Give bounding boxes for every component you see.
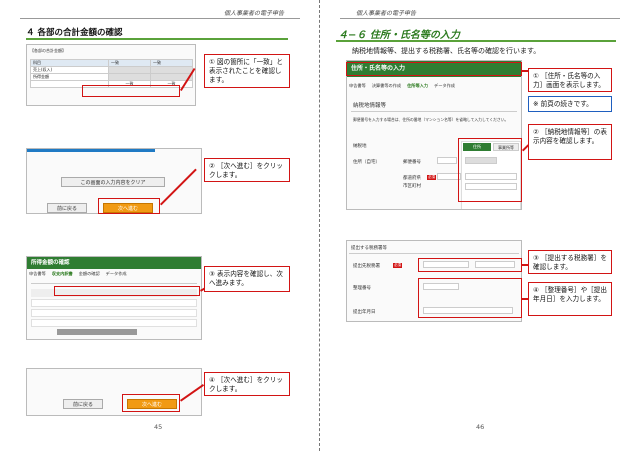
section-underline bbox=[336, 40, 616, 42]
callout-r4: ④ ［整理番号］や［提出年月日］を入力します。 bbox=[528, 282, 612, 316]
note-text: 郵便番号を入力する場合は、住所の番地（マンション名等）を省略して入力してください… bbox=[353, 117, 509, 122]
highlight-tax-office bbox=[418, 258, 522, 272]
step-item: 住所等入力 bbox=[407, 83, 429, 88]
row-label-tax-place: 納税地 bbox=[353, 144, 367, 149]
callout-r1: ① ［住所・氏名等の入力］画面を表示します。 bbox=[528, 68, 612, 92]
postal-label: 郵便番号 bbox=[403, 160, 421, 165]
callout-text: ［住所・氏名等の入力］画面を表示します。 bbox=[533, 72, 605, 89]
row-label: 提出先税務署 bbox=[353, 264, 380, 269]
highlight-screen-title bbox=[346, 62, 522, 76]
page-number: 46 bbox=[476, 423, 485, 431]
callout-number: ① bbox=[533, 72, 539, 80]
right-page: 個人事業者の電子申告 ４−６ 住所・氏名等の入力 納税地情報等、提出する税務署、… bbox=[0, 0, 640, 451]
row-label: 整理番号 bbox=[353, 286, 371, 291]
highlight-reference bbox=[418, 278, 522, 318]
required-badge: 必須 bbox=[427, 175, 436, 180]
step-item: データ作成 bbox=[434, 83, 455, 88]
callout-text: ［提出する税務署］を確認します。 bbox=[533, 254, 607, 271]
divider bbox=[349, 253, 519, 254]
row-label: 提出年月日 bbox=[353, 310, 376, 315]
pref-label: 都道府県 bbox=[403, 176, 421, 181]
row-label-address: 住所（自宅） bbox=[353, 160, 380, 165]
required-badge: 必須 bbox=[393, 263, 402, 268]
running-head: 個人事業者の電子申告 bbox=[356, 10, 417, 17]
section-title: ４−６ 住所・氏名等の入力 bbox=[338, 30, 460, 41]
subheading: 提出する税務署等 bbox=[351, 246, 387, 251]
step-item: 決算書等の作成 bbox=[371, 83, 402, 88]
callout-text: ［整理番号］や［提出年月日］を入力します。 bbox=[533, 286, 607, 303]
divider bbox=[351, 111, 517, 112]
subheading: 納税地情報等 bbox=[353, 103, 387, 109]
highlight-address-panel bbox=[458, 138, 522, 202]
header-rule bbox=[340, 18, 620, 19]
callout-r3: ③ ［提出する税務署］を確認します。 bbox=[528, 250, 612, 274]
postal-input[interactable] bbox=[437, 157, 457, 164]
callout-note: ※ 前頁の続きです。 bbox=[528, 96, 612, 112]
callout-number: ③ bbox=[533, 254, 539, 262]
callout-r2: ② ［納税地情報等］の表示内容を確認します。 bbox=[528, 124, 612, 160]
callout-number: ④ bbox=[533, 286, 539, 294]
step-item: 申告書等 bbox=[349, 83, 366, 88]
callout-text: ［納税地情報等］の表示内容を確認します。 bbox=[533, 128, 607, 145]
callout-number: ※ bbox=[533, 100, 539, 108]
callout-text: 前頁の続きです。 bbox=[540, 100, 593, 108]
intro-text: 納税地情報等、提出する税務署、氏名等の確認を行います。 bbox=[352, 47, 541, 55]
callout-number: ② bbox=[533, 128, 539, 136]
city-label: 市区町村 bbox=[403, 184, 421, 189]
step-indicator: 申告書等 決算書等の作成 住所等入力 データ作成 bbox=[349, 83, 519, 89]
